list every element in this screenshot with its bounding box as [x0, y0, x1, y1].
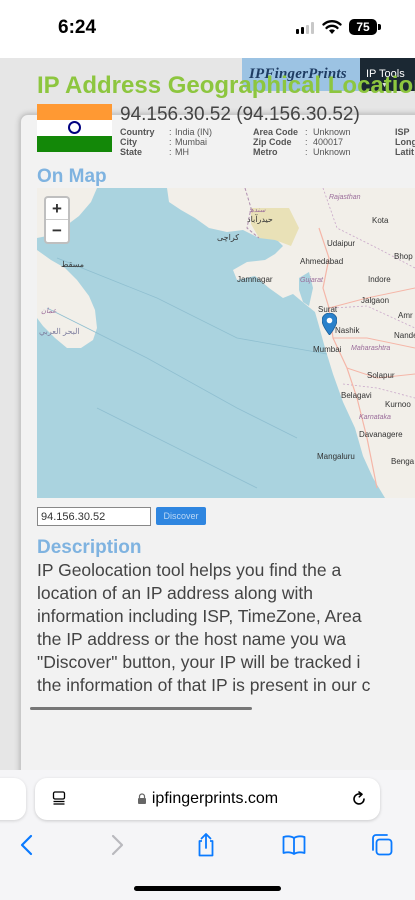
description-text: IP Geolocation tool helps you find the a… — [37, 559, 415, 697]
battery-tip — [378, 24, 381, 30]
map-label: Mumbai — [313, 345, 342, 354]
zoom-out-button[interactable]: − — [46, 220, 68, 242]
info-label: Country — [120, 127, 155, 137]
map-pin-icon[interactable] — [322, 313, 337, 335]
info-label: Metro — [253, 147, 278, 157]
map-label: Mangaluru — [317, 452, 355, 461]
discover-button[interactable]: Discover — [156, 507, 206, 525]
india-flag-icon — [37, 104, 112, 152]
map-label: حیدرآباد — [247, 215, 273, 224]
ip-address-input[interactable] — [37, 507, 151, 526]
metro-value: Unknown — [313, 147, 351, 157]
url-display: ipfingerprints.com — [35, 790, 380, 808]
map[interactable]: Rajasthan Kota Udaipur Bhop Ahmedabad Gu… — [37, 188, 415, 498]
info-label: Zip Code — [253, 137, 292, 147]
info-label: Area Code — [253, 127, 299, 137]
map-label: Amr — [398, 311, 413, 320]
info-column-2: Area Code: Unknown Zip Code:400017 Metro:… — [253, 127, 351, 157]
map-label: Jalgaon — [361, 296, 390, 305]
map-label: Indore — [368, 275, 391, 284]
info-label: ISP — [395, 127, 410, 137]
map-label: Maharashtra — [351, 345, 391, 352]
map-label: Bhop — [394, 252, 413, 261]
map-label: Ahmedabad — [300, 257, 344, 266]
description-line: the IP address or the host name you wa — [37, 629, 347, 649]
map-label: Karnataka — [359, 414, 391, 421]
map-label: سندھ — [249, 207, 266, 214]
map-label: عمان — [41, 308, 57, 315]
share-icon[interactable] — [193, 832, 219, 858]
forward-icon[interactable] — [104, 832, 130, 858]
map-label: Gujarat — [300, 277, 323, 284]
city-value: Mumbai — [175, 137, 208, 147]
map-label: Davanagere — [359, 430, 403, 439]
map-label: Nashik — [335, 326, 360, 335]
map-label: Belagavi — [341, 391, 372, 400]
info-label: City — [120, 137, 138, 147]
map-zoom-control: + − — [44, 196, 70, 244]
ip-heading: 94.156.30.52 (94.156.30.52) — [120, 104, 360, 125]
info-label: Long — [395, 137, 415, 147]
status-time: 6:24 — [58, 17, 97, 38]
description-line: location of an IP address along with — [37, 583, 313, 603]
description-line: the information of that IP is present in… — [37, 675, 371, 695]
description-line: IP Geolocation tool helps you find the a — [37, 560, 342, 580]
lock-icon — [137, 793, 146, 804]
reload-icon[interactable] — [350, 790, 368, 808]
page-title: IP Address Geographical Location — [37, 72, 415, 99]
map-label: Jamnagar — [237, 275, 273, 284]
country-value: India (IN) — [175, 127, 213, 137]
battery-icon: 75 — [349, 19, 377, 35]
map-label: مسقط — [61, 260, 85, 269]
map-label: Rajasthan — [329, 194, 361, 201]
bookmarks-icon[interactable] — [281, 832, 307, 858]
state-value: MH — [175, 147, 189, 157]
map-label: Kota — [372, 216, 389, 225]
description-line: information including ISP, TimeZone, Are… — [37, 606, 362, 626]
wifi-icon — [322, 20, 342, 34]
signal-icon — [296, 22, 316, 34]
map-label: البحر العربي — [39, 327, 80, 336]
map-label: Solapur — [367, 371, 395, 380]
back-icon[interactable] — [14, 832, 40, 858]
browser-toolbar: ipfingerprints.com — [0, 770, 415, 900]
zip-code-value: 400017 — [313, 137, 344, 147]
info-column-3: ISP Long Latit — [395, 127, 415, 157]
map-label: Kurnoo — [385, 400, 411, 409]
info-column-1: Country: India (IN) City: Mumbai State: MH — [120, 127, 213, 157]
address-bar[interactable]: ipfingerprints.com — [35, 778, 380, 820]
status-bar: 6:24 75 — [0, 0, 415, 58]
map-label: کراچی — [217, 233, 240, 242]
on-map-heading: On Map — [37, 166, 107, 187]
tabs-icon[interactable] — [369, 832, 395, 858]
map-label: Benga — [391, 457, 415, 466]
description-heading: Description — [37, 537, 142, 558]
map-label: Nande — [394, 331, 415, 340]
zoom-in-button[interactable]: + — [46, 198, 68, 220]
description-line: "Discover" button, your IP will be track… — [37, 652, 361, 672]
previous-tab-bar[interactable] — [0, 778, 26, 820]
info-label: Latit — [395, 147, 414, 157]
map-label: Udaipur — [327, 239, 356, 248]
area-code-value: Unknown — [313, 127, 351, 137]
url-text: ipfingerprints.com — [151, 790, 279, 807]
home-indicator — [134, 886, 281, 891]
info-label: State — [120, 147, 143, 157]
horizontal-scrollbar[interactable] — [30, 707, 252, 710]
